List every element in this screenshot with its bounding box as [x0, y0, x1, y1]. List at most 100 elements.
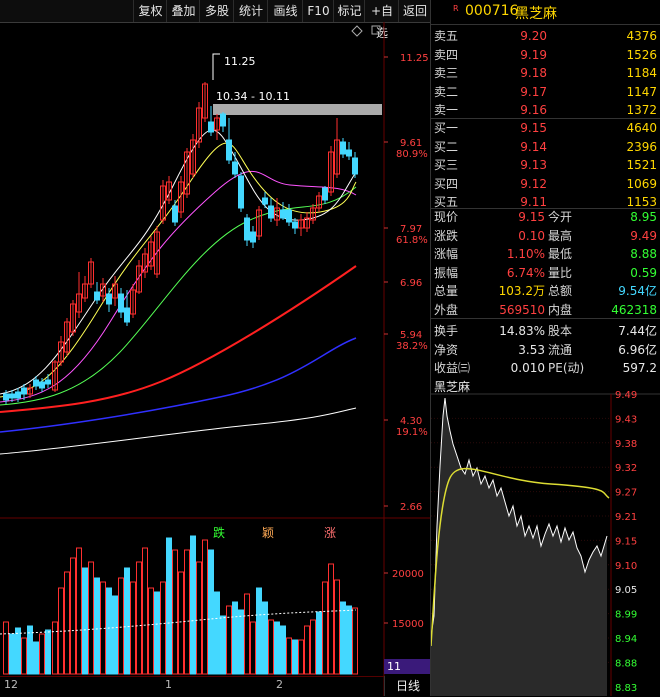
stat-value: 9.15	[518, 210, 545, 224]
ask-volume: 1372	[626, 103, 657, 117]
volume-bar-up	[250, 621, 256, 675]
signal-neutral-label: 颖	[262, 526, 275, 540]
toolbar-button-0[interactable]: 复权	[133, 0, 167, 22]
volume-bar-down	[262, 601, 268, 675]
volume-bar-up	[352, 607, 358, 675]
stat-label: 最低	[548, 247, 573, 261]
bid-row: 买三 9.13 1521	[431, 156, 660, 174]
candle-down	[118, 293, 124, 313]
volume-bar-down	[214, 591, 220, 675]
volume-bar-down	[33, 641, 39, 675]
intraday-chart-panel[interactable]: 9.49 9.43 9.38 9.32 9.27 9.21 9.15 9.10 9.05 8.99…	[430, 376, 660, 696]
toolbar-button-7[interactable]: +自选	[364, 0, 399, 40]
high-annotation: 11.25	[224, 55, 256, 68]
candle-down	[9, 393, 15, 399]
volume-bar-up	[148, 587, 154, 675]
volume-bar-up	[130, 581, 136, 675]
volume-bar-down	[256, 587, 262, 675]
stat-label: 收益㈢	[434, 361, 471, 375]
ask-volume: 1184	[626, 66, 657, 80]
intraday-price-label: 8.94	[615, 634, 637, 645]
ask-price: 9.18	[520, 66, 547, 80]
intraday-title: 黑芝麻	[434, 380, 471, 394]
intraday-price-label: 8.83	[615, 683, 637, 694]
volume-bar-up	[118, 577, 124, 675]
quote-header: R 000716 黑芝麻	[431, 0, 660, 25]
ask-price: 9.16	[520, 103, 547, 117]
volume-bar-up	[70, 557, 76, 675]
candle-down	[262, 197, 268, 205]
candle-down	[250, 231, 256, 243]
toolbar-button-8[interactable]: 返回	[398, 0, 431, 22]
intraday-price-label: 9.49	[615, 390, 637, 401]
date-tick-jan: 1	[165, 678, 172, 691]
stat-value: 14.83%	[499, 324, 545, 338]
candle-down	[322, 187, 328, 201]
toolbar-button-6[interactable]: 标记	[333, 0, 365, 22]
bid-volume: 1521	[626, 158, 657, 172]
diamond-icon[interactable]	[351, 25, 363, 37]
ask-volume: 1147	[626, 84, 657, 99]
ma120-line	[0, 337, 357, 433]
volume-bar-up	[142, 547, 148, 675]
candle-down	[286, 209, 292, 223]
ma250-line	[0, 407, 357, 455]
ask-volume: 1526	[626, 47, 657, 62]
intraday-price-label: 9.05	[615, 585, 637, 596]
stat-value: 569510	[499, 302, 545, 317]
toolbar-button-1[interactable]: 叠加	[166, 0, 200, 22]
ask-row: 卖五 9.20 4376	[431, 27, 660, 45]
ask-price: 9.20	[520, 29, 547, 43]
volume-bar-down	[208, 549, 214, 675]
candle-down	[292, 221, 298, 229]
signal-fall-label: 跌	[213, 526, 226, 540]
stats-divider-2	[431, 318, 660, 319]
toolbar-button-3[interactable]: 统计	[233, 0, 268, 22]
stat-row: 外盘 569510 内盘 462318	[431, 301, 660, 319]
candle-down	[94, 291, 100, 301]
volume-bar-down	[166, 537, 172, 675]
resistance-band	[213, 104, 382, 115]
toolbar-button-4[interactable]: 画线	[267, 0, 303, 22]
stat-value: 0.010	[510, 361, 545, 375]
stat-row: 收益㈢ 0.010 PE(动) 597.2	[431, 359, 660, 377]
candle-down	[268, 205, 274, 219]
volume-bar-up	[304, 625, 310, 675]
window-icon[interactable]	[371, 25, 381, 35]
bid-label: 买三	[434, 158, 459, 172]
date-tick-feb: 2	[276, 678, 283, 691]
bid-volume: 1069	[626, 176, 657, 191]
stat-value: 6.96亿	[618, 342, 657, 357]
kline-chart-area[interactable]: 11.25 9.61 7.97 6.96 5.94 4.30 2.66 80.9% 61.8% 3…	[0, 22, 430, 696]
volume-bar-up	[39, 633, 45, 675]
intraday-price-label: 9.38	[615, 439, 637, 450]
stat-label: 股本	[548, 324, 573, 338]
stat-value: 3.53	[518, 342, 545, 357]
price-axis-label: 2.66	[400, 502, 422, 513]
toolbar-button-5[interactable]: F10	[302, 0, 334, 22]
volume-bar-down	[124, 567, 130, 675]
toolbar-button-2[interactable]: 多股	[199, 0, 234, 22]
ask-price: 9.17	[520, 84, 547, 99]
signal-rise-label: 涨	[324, 526, 337, 540]
ma5-line	[0, 129, 357, 395]
volume-bar-up	[268, 619, 274, 675]
period-daily-button[interactable]: 日线	[384, 676, 431, 696]
volume-bar-up	[226, 605, 232, 675]
volume-bar-up	[88, 561, 94, 675]
stat-label: 流通	[548, 342, 573, 357]
candle-down	[45, 379, 51, 385]
price-axis-label: 11.25	[400, 53, 429, 64]
candle-down	[172, 205, 178, 223]
stat-row: 净资 3.53 流通 6.96亿	[431, 341, 660, 359]
stat-label: 净资	[434, 342, 459, 357]
volume-bar-down	[106, 587, 112, 675]
intraday-price-label: 9.10	[615, 561, 637, 572]
volume-bar-up	[160, 581, 166, 675]
bid-price: 9.14	[520, 139, 547, 154]
ask-label: 卖四	[434, 47, 459, 62]
volume-bar-up	[196, 561, 202, 675]
kline-chart-svg[interactable]: 11.25 9.61 7.97 6.96 5.94 4.30 2.66 80.9% 61.8% 3…	[0, 22, 430, 696]
intraday-chart-svg[interactable]: 9.49 9.43 9.38 9.32 9.27 9.21 9.15 9.10 9.05 8.99…	[431, 376, 660, 696]
r-badge: R	[453, 4, 459, 13]
